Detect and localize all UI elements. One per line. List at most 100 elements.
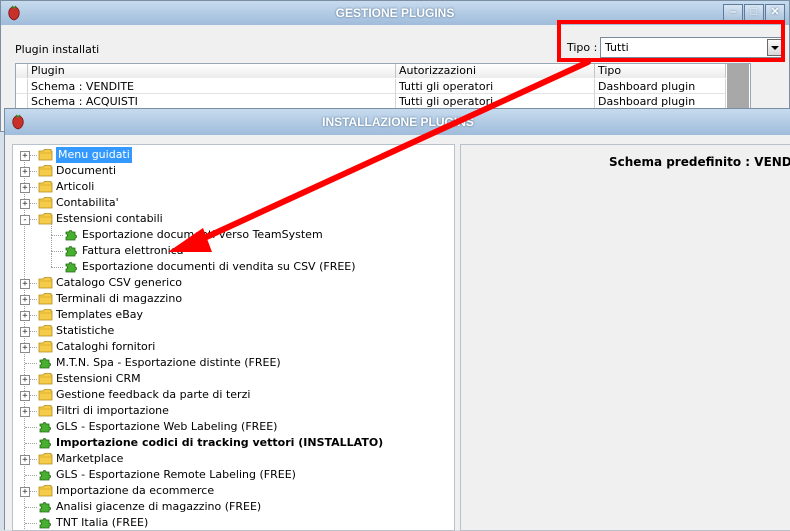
tree-connector <box>30 203 37 204</box>
tree-folder-item[interactable]: + Importazione da ecommerce <box>13 483 453 499</box>
tree-connector <box>30 411 37 412</box>
installazione-plugins-title: INSTALLAZIONE PLUGINS <box>322 115 474 129</box>
highlight-box <box>557 20 785 62</box>
tree-folder-item[interactable]: + Catalogo CSV generico <box>13 275 453 291</box>
grid-row-gutter <box>16 94 28 109</box>
tree-plugin-item[interactable]: Esportazione documenti verso TeamSystem <box>13 221 453 243</box>
expand-icon[interactable]: + <box>20 295 30 305</box>
grid-header-plugin[interactable]: Plugin <box>28 64 396 78</box>
tree-item-label: Cataloghi fornitori <box>56 340 156 353</box>
tree-connector <box>51 235 63 236</box>
folder-icon <box>38 340 53 353</box>
grid-scrollbar[interactable] <box>727 64 749 108</box>
tree-connector <box>30 379 37 380</box>
collapse-icon[interactable]: - <box>20 215 30 225</box>
tree-item-label: Filtri di importazione <box>56 404 169 417</box>
table-row-tipo[interactable]: Dashboard plugin <box>595 94 726 109</box>
expand-icon[interactable]: + <box>20 391 30 401</box>
expand-icon[interactable]: + <box>20 343 30 353</box>
table-row-plugin[interactable]: Schema : VENDITE <box>28 79 396 94</box>
tree-item-label: Gestione feedback da parte di terzi <box>56 388 251 401</box>
tree-connector <box>30 155 37 156</box>
schema-heading: Schema predefinito : VENDIT <box>609 155 790 169</box>
tree-item-label: Articoli <box>56 180 95 193</box>
expand-icon[interactable]: + <box>20 455 30 465</box>
tree-item-label: Documenti <box>56 164 117 177</box>
expand-icon[interactable]: + <box>20 167 30 177</box>
tree-folder-item[interactable]: - Estensioni contabili <box>13 211 453 227</box>
expand-icon[interactable]: + <box>20 375 30 385</box>
tree-connector <box>25 475 37 476</box>
folder-icon <box>38 148 53 161</box>
grid-header-autorizzazioni[interactable]: Autorizzazioni <box>396 64 595 78</box>
expand-icon[interactable]: + <box>20 151 30 161</box>
tree-connector <box>30 187 37 188</box>
tree-folder-item[interactable]: + Articoli <box>13 179 453 195</box>
tree-plugin-item[interactable]: Fattura elettronica <box>13 237 453 259</box>
tree-folder-item[interactable]: + Marketplace <box>13 451 453 467</box>
tree-item-label: Contabilita' <box>56 196 119 209</box>
plugin-installati-label: Plugin installati <box>15 43 100 56</box>
installazione-plugins-titlebar[interactable]: INSTALLAZIONE PLUGINS <box>5 109 790 135</box>
grid-row-gutter <box>16 79 28 94</box>
tree-connector <box>25 363 37 364</box>
tree-folder-item[interactable]: + Estensioni CRM <box>13 371 453 387</box>
folder-icon <box>38 292 53 305</box>
tree-item-label: Menu guidati <box>56 147 132 163</box>
tree-connector <box>30 395 37 396</box>
tree-folder-item[interactable]: + Statistiche <box>13 323 453 339</box>
tree-plugin-item[interactable]: Analisi giacenze di magazzino (FREE) <box>13 499 453 515</box>
tree-folder-item[interactable]: + Contabilita' <box>13 195 453 211</box>
grid-header-gutter <box>16 64 28 78</box>
tree-plugin-item[interactable]: GLS - Esportazione Remote Labeling (FREE… <box>13 467 453 483</box>
tree-folder-item[interactable]: + Cataloghi fornitori <box>13 339 453 355</box>
folder-icon <box>38 388 53 401</box>
expand-icon[interactable]: + <box>20 279 30 289</box>
puzzle-icon <box>64 228 79 241</box>
folder-icon <box>38 164 53 177</box>
tree-folder-item[interactable]: + Documenti <box>13 163 453 179</box>
table-row-autorizzazioni[interactable]: Tutti gli operatori <box>396 94 595 109</box>
tree-connector <box>30 347 37 348</box>
expand-icon[interactable]: + <box>20 199 30 209</box>
tree-item-label: Templates eBay <box>56 308 143 321</box>
tree-plugin-item[interactable]: M.T.N. Spa - Esportazione distinte (FREE… <box>13 355 453 371</box>
table-row-autorizzazioni[interactable]: Tutti gli operatori <box>396 79 595 94</box>
tree-item-label: Fattura elettronica <box>82 244 184 257</box>
tree-plugin-item[interactable]: GLS - Esportazione Web Labeling (FREE) <box>13 419 453 435</box>
table-row-tipo[interactable]: Dashboard plugin <box>595 79 726 94</box>
tree-item-label: Importazione codici di tracking vettori … <box>56 436 384 449</box>
folder-icon <box>38 324 53 337</box>
table-row-plugin[interactable]: Schema : ACQUISTI <box>28 94 396 109</box>
tree-folder-item[interactable]: + Terminali di magazzino <box>13 291 453 307</box>
tree-connector <box>25 523 37 524</box>
tree-folder-item[interactable]: + Menu guidati <box>13 147 453 163</box>
expand-icon[interactable]: + <box>20 327 30 337</box>
tree-connector <box>51 267 63 268</box>
puzzle-icon <box>38 516 53 529</box>
tree-connector <box>51 221 52 235</box>
expand-icon[interactable]: + <box>20 407 30 417</box>
tree-folder-item[interactable]: + Filtri di importazione <box>13 403 453 419</box>
tree-folder-item[interactable]: + Templates eBay <box>13 307 453 323</box>
folder-icon <box>38 484 53 497</box>
tree-item-label: M.T.N. Spa - Esportazione distinte (FREE… <box>56 356 281 369</box>
tree-item-label: Analisi giacenze di magazzino (FREE) <box>56 500 262 513</box>
tree-item-label: Importazione da ecommerce <box>56 484 215 497</box>
tree-connector <box>25 507 37 508</box>
puzzle-icon <box>64 244 79 257</box>
tree-folder-item[interactable]: + Gestione feedback da parte di terzi <box>13 387 453 403</box>
tree-plugin-item[interactable]: Esportazione documenti di vendita su CSV… <box>13 253 453 275</box>
expand-icon[interactable]: + <box>20 183 30 193</box>
puzzle-icon <box>64 260 79 273</box>
tree-item-label: Marketplace <box>56 452 124 465</box>
plugins-tree[interactable]: + Menu guidati + Documenti + Articoli + Contabi… <box>12 144 455 531</box>
grid-header-tipo[interactable]: Tipo <box>595 64 726 78</box>
expand-icon[interactable]: + <box>20 311 30 321</box>
puzzle-icon <box>38 420 53 433</box>
expand-icon[interactable]: + <box>20 487 30 497</box>
puzzle-icon <box>38 468 53 481</box>
tree-connector <box>25 427 37 428</box>
tree-item-label: Terminali di magazzino <box>56 292 183 305</box>
tree-plugin-item[interactable]: Importazione codici di tracking vettori … <box>13 435 453 451</box>
